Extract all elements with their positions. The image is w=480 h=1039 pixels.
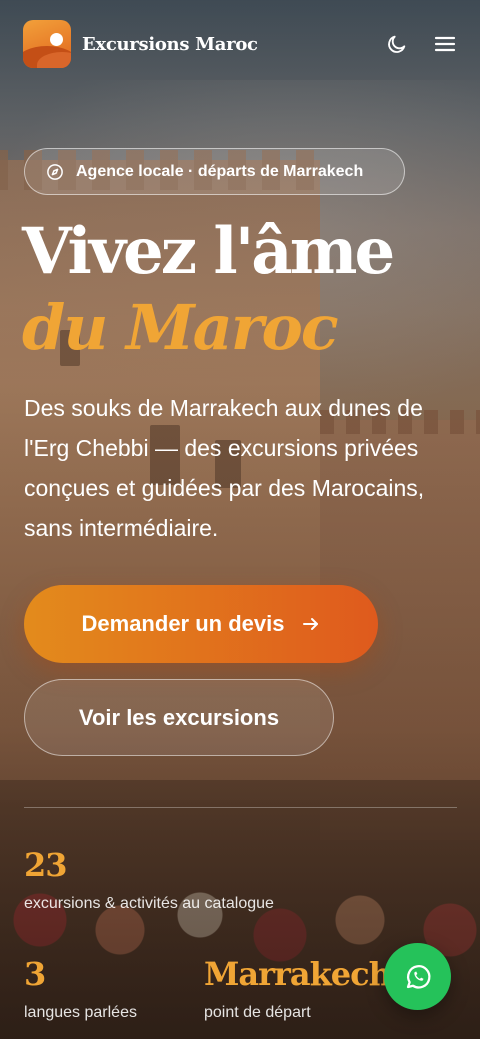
hero-title-line1: Vivez l'âme [22, 214, 395, 289]
badge-text: Agence locale · départs de Marrakech [76, 162, 364, 180]
location-badge: Agence locale · départs de Marrakech [24, 148, 405, 195]
desert-sun-logo-icon[interactable] [23, 20, 71, 68]
compass-icon [46, 163, 64, 181]
stat-label-languages: langues parlées [24, 1004, 137, 1021]
stat-value-excursions: 23 [24, 846, 68, 884]
arrow-right-icon [302, 616, 320, 632]
whatsapp-icon [403, 962, 433, 992]
request-quote-button[interactable]: Demander un devis [24, 585, 378, 663]
hero-title-line2: du Maroc [22, 291, 339, 364]
stat-value-languages: 3 [24, 955, 46, 993]
stats-divider [24, 807, 457, 808]
stat-value-departure: Marrakech [204, 955, 392, 993]
hero-lead-text: Des souks de Marrakech aux dunes de l'Er… [24, 395, 425, 541]
brand-name[interactable]: Excursions Maroc [82, 34, 258, 55]
site-header: Excursions Maroc [23, 20, 457, 68]
whatsapp-chat-button[interactable] [384, 943, 451, 1010]
stat-label-excursions: excursions & activités au catalogue [24, 895, 274, 912]
stat-label-departure: point de départ [204, 1004, 311, 1021]
request-quote-label: Demander un devis [81, 611, 285, 636]
hamburger-menu-icon[interactable] [433, 32, 457, 56]
view-excursions-button[interactable]: Voir les excursions [24, 679, 334, 756]
moon-icon[interactable] [385, 32, 409, 56]
